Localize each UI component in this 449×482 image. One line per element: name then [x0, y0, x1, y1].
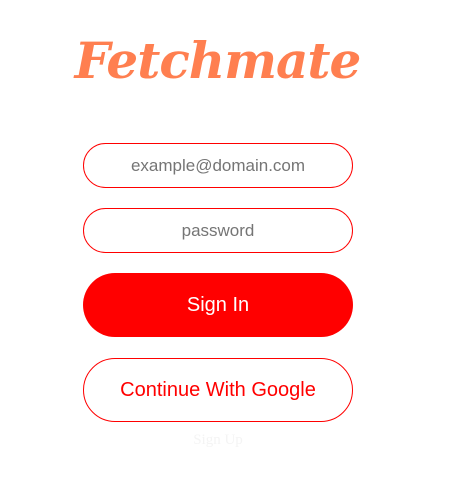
password-field[interactable]: [83, 208, 353, 253]
sign-up-link[interactable]: Sign Up: [83, 432, 353, 449]
sign-in-button[interactable]: Sign In: [83, 273, 353, 337]
email-field[interactable]: [83, 143, 353, 188]
app-logo: Fetchmate: [74, 31, 362, 90]
continue-with-google-button[interactable]: Continue With Google: [83, 358, 353, 422]
